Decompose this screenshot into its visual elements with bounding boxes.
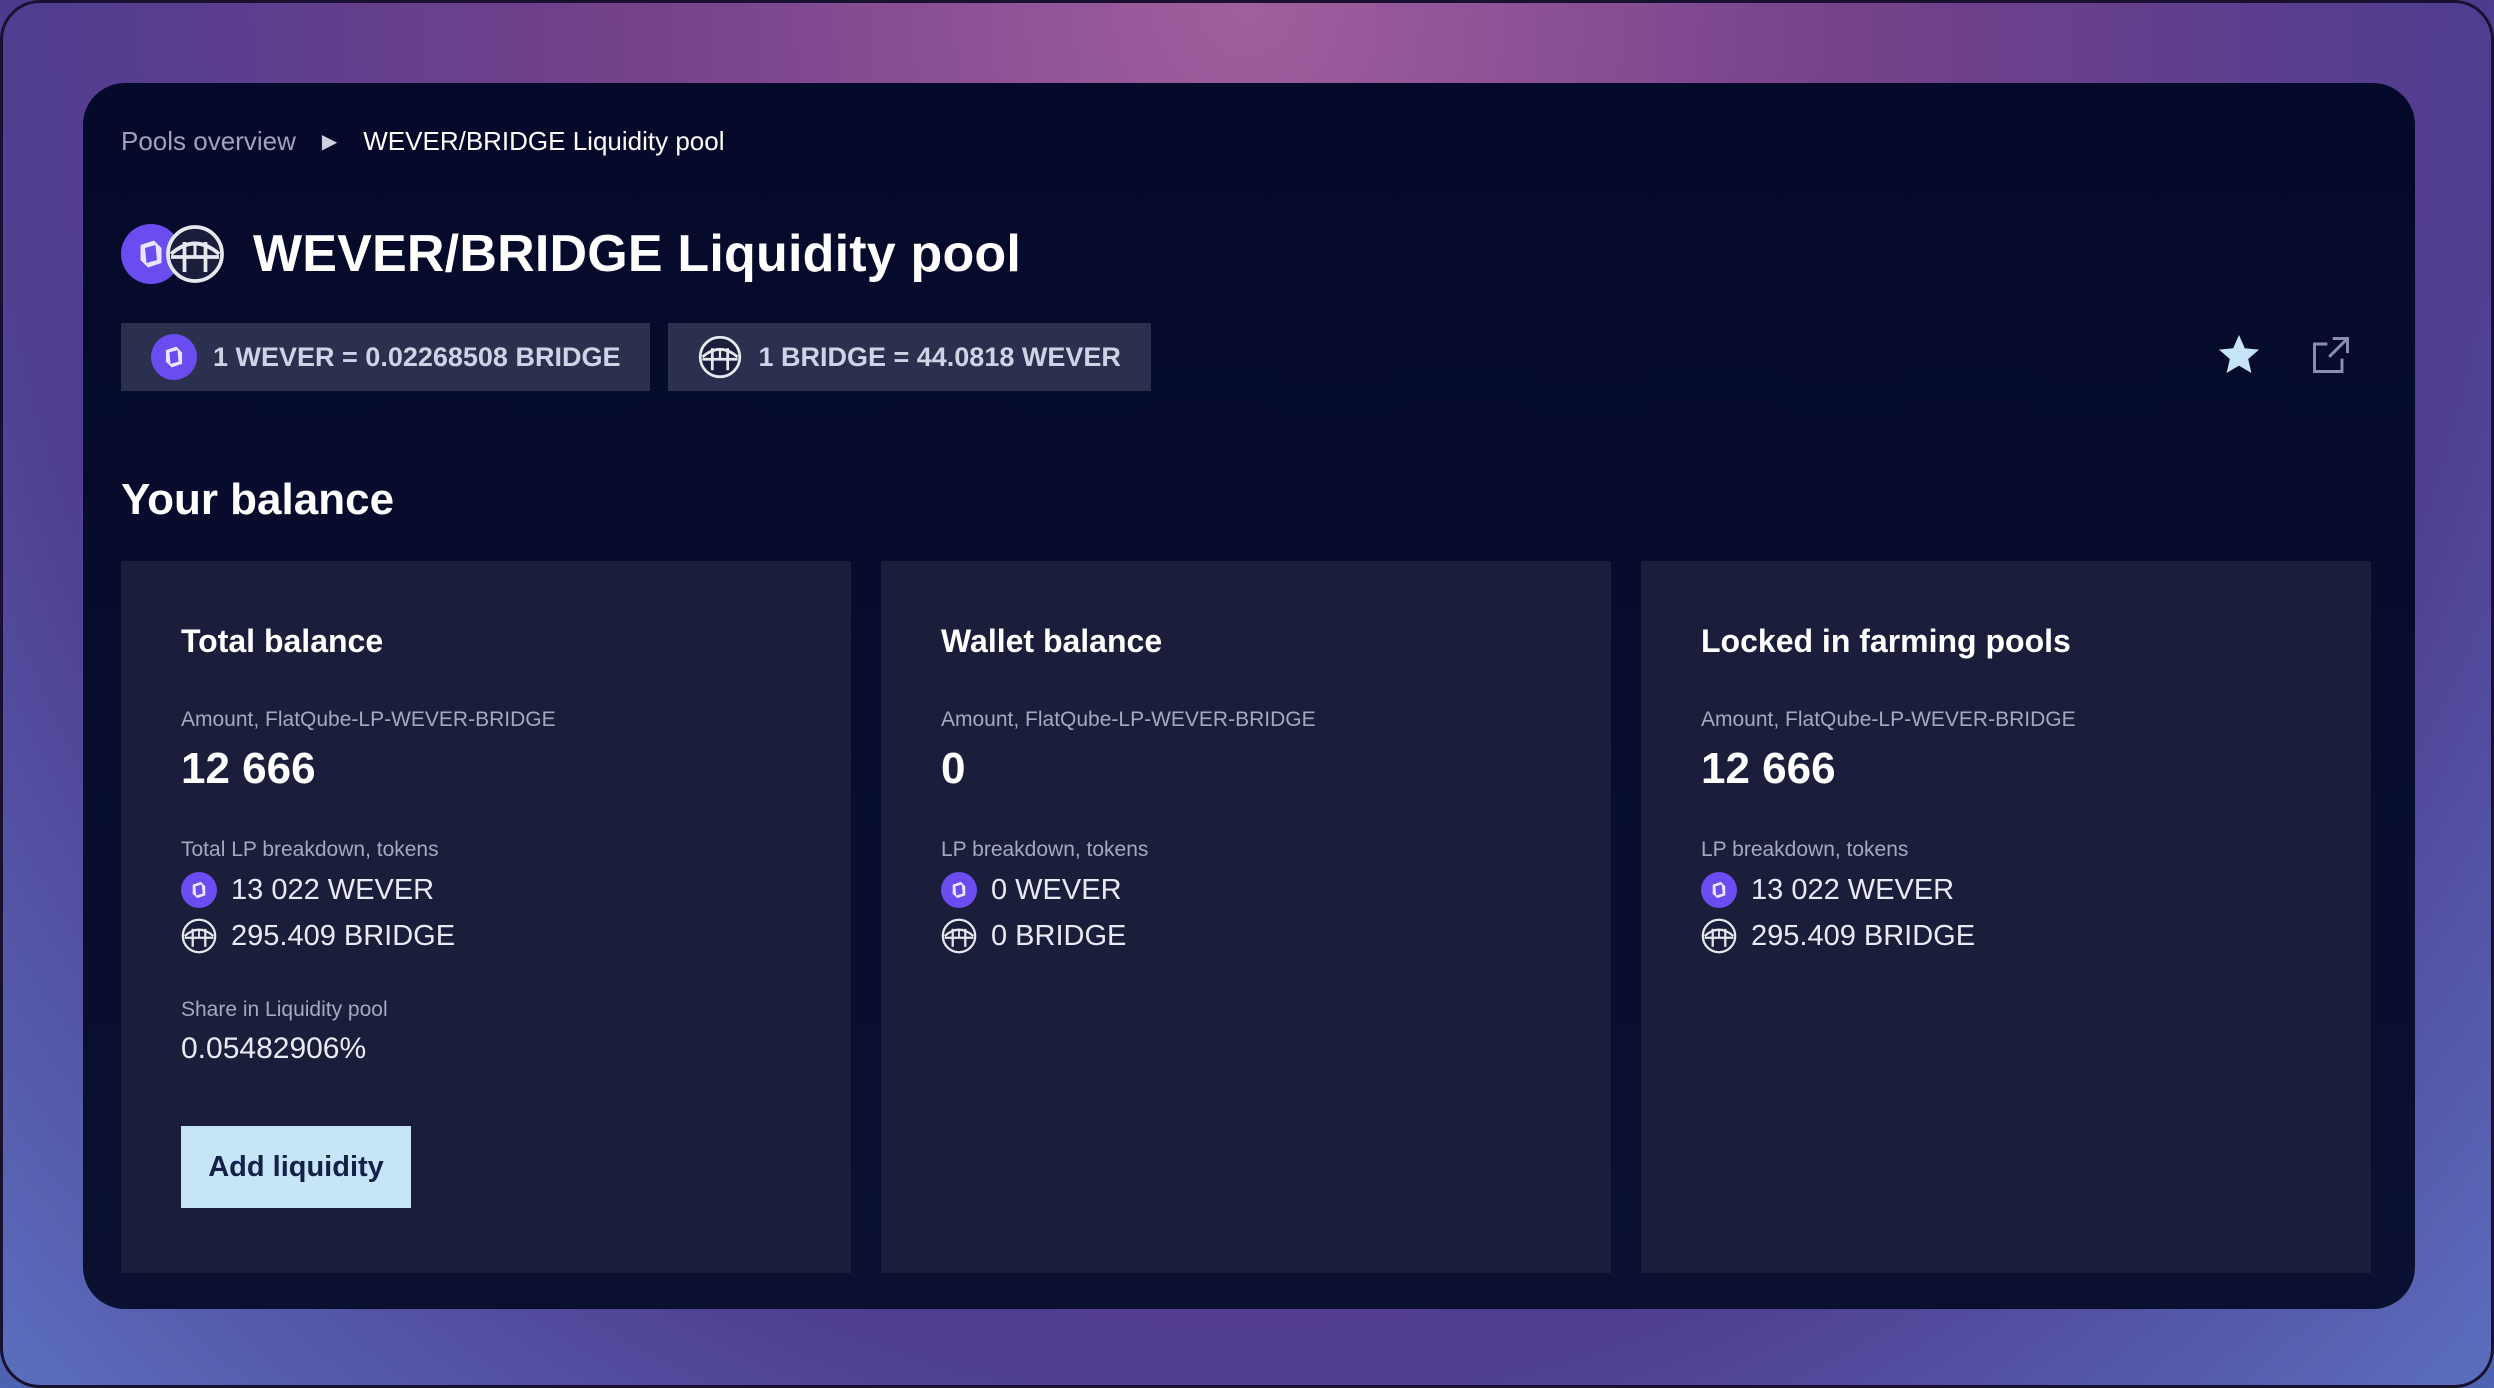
token-row-bridge: 295.409 BRIDGE (1701, 918, 2311, 954)
breadcrumb-current: WEVER/BRIDGE Liquidity pool (363, 125, 725, 156)
section-title-your-balance: Your balance (121, 475, 395, 524)
card-title: Wallet balance (941, 623, 1163, 659)
share-label: Share in Liquidity pool (181, 998, 388, 1021)
bridge-token-icon (1701, 918, 1737, 954)
token-amount: 13 022 WEVER (1751, 873, 1955, 906)
star-icon[interactable] (2215, 331, 2263, 379)
bridge-token-icon (941, 918, 977, 954)
wever-token-icon (181, 872, 217, 908)
token-row-bridge: 0 BRIDGE (941, 918, 1551, 954)
token-row-wever: 13 022 WEVER (1701, 872, 2311, 908)
exchange-rates: 1 WEVER = 0.02268508 BRIDGE 1 BRIDGE = 4… (121, 323, 1151, 391)
add-liquidity-button[interactable]: Add liquidity (181, 1126, 411, 1208)
breakdown-label: LP breakdown, tokens (941, 838, 1149, 861)
card-title: Locked in farming pools (1701, 623, 2071, 659)
page-header: WEVER/BRIDGE Liquidity pool (121, 211, 1021, 297)
amount-label: Amount, FlatQube-LP-WEVER-BRIDGE (181, 708, 556, 731)
token-row-wever: 13 022 WEVER (181, 872, 791, 908)
external-link-icon[interactable] (2309, 333, 2353, 377)
amount-label: Amount, FlatQube-LP-WEVER-BRIDGE (941, 708, 1316, 731)
breakdown-label: LP breakdown, tokens (1701, 838, 1909, 861)
token-amount: 0 WEVER (991, 873, 1122, 906)
pool-actions (2215, 331, 2353, 379)
token-row-bridge: 295.409 BRIDGE (181, 918, 791, 954)
token-amount: 13 022 WEVER (231, 873, 435, 906)
card-locked-in-farming: Locked in farming pools Amount, FlatQube… (1641, 561, 2371, 1273)
token-row-wever: 0 WEVER (941, 872, 1551, 908)
bridge-token-icon (698, 335, 742, 379)
amount-value: 12 666 (181, 744, 316, 793)
card-total-balance: Total balance Amount, FlatQube-LP-WEVER-… (121, 561, 851, 1273)
breadcrumb-pools-overview-link[interactable]: Pools overview (121, 126, 296, 157)
card-wallet-balance: Wallet balance Amount, FlatQube-LP-WEVER… (881, 561, 1611, 1273)
rate-text: 1 BRIDGE = 44.0818 WEVER (758, 341, 1121, 372)
amount-value: 0 (941, 744, 966, 793)
token-pair-icons (121, 222, 229, 286)
chevron-right-icon: ▶ (321, 130, 338, 153)
rate-wever-to-bridge: 1 WEVER = 0.02268508 BRIDGE (121, 323, 651, 391)
bridge-token-icon (181, 918, 217, 954)
balance-cards: Total balance Amount, FlatQube-LP-WEVER-… (121, 561, 2371, 1273)
pool-panel: Pools overview ▶ WEVER/BRIDGE Liquidity … (83, 83, 2415, 1309)
breakdown-label: Total LP breakdown, tokens (181, 838, 439, 861)
wever-token-icon (1701, 872, 1737, 908)
rate-text: 1 WEVER = 0.02268508 BRIDGE (213, 341, 621, 372)
screen-frame: Pools overview ▶ WEVER/BRIDGE Liquidity … (0, 0, 2494, 1388)
bridge-token-icon (165, 224, 225, 284)
token-amount: 295.409 BRIDGE (1751, 919, 1976, 952)
share-value: 0.05482906% (181, 1032, 367, 1065)
wever-token-icon (151, 334, 197, 380)
amount-label: Amount, FlatQube-LP-WEVER-BRIDGE (1701, 708, 2076, 731)
token-amount: 295.409 BRIDGE (231, 919, 456, 952)
card-title: Total balance (181, 623, 384, 659)
token-amount: 0 BRIDGE (991, 919, 1127, 952)
rate-bridge-to-wever: 1 BRIDGE = 44.0818 WEVER (668, 323, 1151, 391)
page-title: WEVER/BRIDGE Liquidity pool (253, 225, 1022, 283)
wever-token-icon (941, 872, 977, 908)
amount-value: 12 666 (1701, 744, 1836, 793)
breadcrumb: Pools overview ▶ WEVER/BRIDGE Liquidity … (121, 119, 725, 163)
